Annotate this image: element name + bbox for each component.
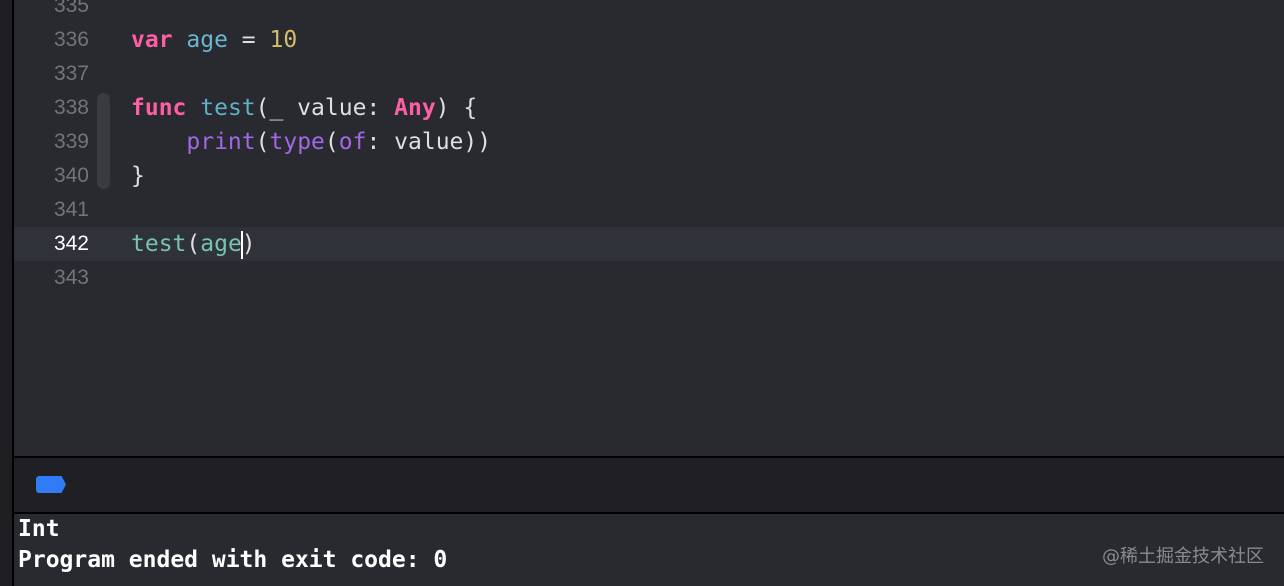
code-line[interactable]: 342 test(age): [14, 227, 1284, 261]
code-token: (_ value:: [255, 95, 395, 121]
code-token: ): [241, 231, 256, 257]
code-text: func test(_ value: Any) {: [131, 91, 477, 125]
console-line: Program ended with exit code: 0: [18, 547, 448, 573]
code-token: test: [200, 95, 256, 121]
line-number: 340: [53, 164, 89, 187]
code-line[interactable]: 339 print(type(of: value)): [14, 125, 1284, 159]
code-editor[interactable]: 335 336 var age = 10 337 338 func test(_ valu…: [14, 0, 1284, 456]
code-token: (: [324, 129, 339, 155]
line-number: 336: [53, 28, 89, 51]
code-token: (: [255, 129, 270, 155]
code-line[interactable]: 337: [14, 57, 1284, 91]
line-number: 339: [53, 130, 89, 153]
code-token: 10: [269, 27, 298, 53]
line-number: 343: [53, 266, 89, 289]
code-token: test: [131, 231, 187, 257]
code-token: =: [227, 27, 270, 53]
console-line: Int: [18, 516, 60, 542]
code-token: var: [131, 27, 173, 53]
code-line[interactable]: 343: [14, 261, 1284, 295]
line-number: 337: [53, 62, 89, 85]
code-text: print(type(of: value)): [131, 125, 491, 159]
line-number: 338: [53, 96, 89, 119]
code-line[interactable]: 338 func test(_ value: Any) {: [14, 91, 1284, 125]
code-text: var age = 10: [131, 23, 297, 57]
console-output[interactable]: Int Program ended with exit code: 0: [14, 514, 1284, 586]
code-token: age: [186, 27, 228, 53]
code-line[interactable]: 336 var age = 10: [14, 23, 1284, 57]
code-token: print: [186, 129, 256, 155]
left-panel-edge: [0, 0, 12, 586]
code-token: of: [338, 129, 367, 155]
line-number: 341: [53, 198, 89, 221]
code-token: ) {: [435, 95, 478, 121]
code-text: }: [131, 159, 145, 193]
debug-bar: [14, 458, 1284, 512]
code-token: type: [269, 129, 325, 155]
code-text: test(age): [131, 227, 256, 261]
code-line[interactable]: 340}: [14, 159, 1284, 193]
breakpoint-toggle-icon[interactable]: [36, 476, 66, 493]
line-number: 335: [53, 0, 89, 17]
code-line[interactable]: 341: [14, 193, 1284, 227]
watermark: @稀土掘金技术社区: [1102, 546, 1264, 567]
line-number: 342: [53, 232, 89, 255]
code-token: }: [131, 163, 145, 189]
code-token: Any: [394, 95, 436, 121]
code-token: age: [200, 231, 242, 257]
code-token: : value)): [366, 129, 492, 155]
code-line[interactable]: 335: [14, 0, 1284, 23]
code-token: func: [131, 95, 187, 121]
code-token: (: [186, 231, 201, 257]
